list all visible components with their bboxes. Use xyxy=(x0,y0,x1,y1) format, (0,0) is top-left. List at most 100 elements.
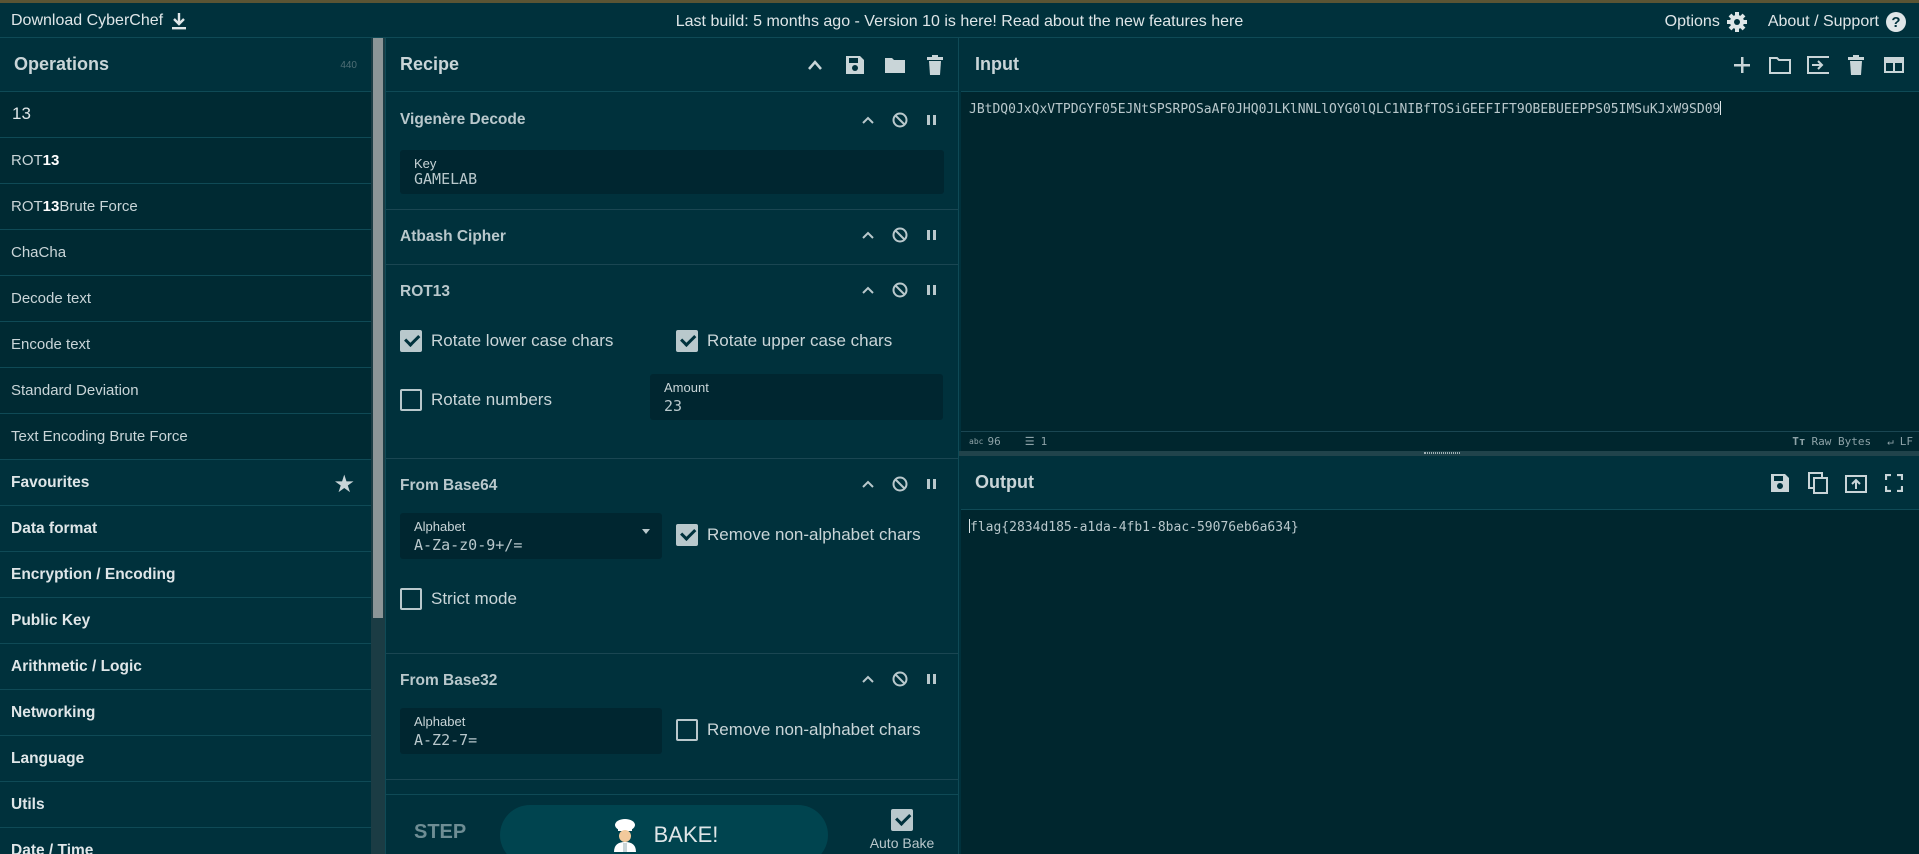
checkbox-unchecked-icon xyxy=(676,719,698,741)
chevron-up-icon[interactable] xyxy=(860,227,876,243)
operation-result-item[interactable]: ChaCha xyxy=(0,230,371,276)
operation-result-item[interactable]: Encode text xyxy=(0,322,371,368)
recipe-op-from-base64[interactable]: From Base64 Alphabet A-Za-z0-9+/= Remove… xyxy=(386,459,958,654)
operations-title: Operations xyxy=(14,54,110,74)
category-label: Networking xyxy=(11,703,96,721)
about-support-button[interactable]: About / Support ? xyxy=(1768,11,1907,33)
save-output-icon[interactable] xyxy=(1769,472,1791,494)
pause-icon[interactable] xyxy=(924,112,940,128)
chevron-up-icon[interactable] xyxy=(860,671,876,687)
pause-icon[interactable] xyxy=(924,282,940,298)
category-data-format[interactable]: Data format xyxy=(0,506,371,552)
category-language[interactable]: Language xyxy=(0,736,371,782)
text-cursor xyxy=(1720,101,1722,115)
divider-grip[interactable] xyxy=(1424,452,1460,454)
maximise-output-icon[interactable] xyxy=(1883,472,1905,494)
alphabet-select[interactable]: Alphabet A-Za-z0-9+/= xyxy=(400,513,662,559)
input-status-bar: abc 96 ☰ 1 Tт Raw Bytes ↵ LF xyxy=(961,431,1919,451)
download-label: Download CyberChef xyxy=(11,12,164,29)
char-count: 96 xyxy=(987,435,1001,448)
output-value: flag{2834d185-a1da-4fb1-8bac-59076eb6a63… xyxy=(970,520,1299,535)
clear-input-trash-icon[interactable] xyxy=(1845,54,1867,76)
pause-icon[interactable] xyxy=(924,227,940,243)
search-value: 13 xyxy=(12,104,31,123)
input-encoding[interactable]: Raw Bytes xyxy=(1812,435,1872,448)
category-encryption-encoding[interactable]: Encryption / Encoding xyxy=(0,552,371,598)
recipe-op-from-base32[interactable]: From Base32 Alphabet A-Z2-7= Remove non-… xyxy=(386,654,958,780)
collapse-all-icon[interactable] xyxy=(804,54,826,76)
clear-recipe-trash-icon[interactable] xyxy=(924,54,946,76)
chevron-up-icon[interactable] xyxy=(860,476,876,492)
operations-scrollbar[interactable] xyxy=(371,38,385,854)
remove-non-alphabet-checkbox[interactable]: Remove non-alphabet chars xyxy=(676,524,921,546)
rotate-upper-checkbox[interactable]: Rotate upper case chars xyxy=(676,330,892,352)
category-utils[interactable]: Utils xyxy=(0,782,371,828)
rotate-lower-checkbox[interactable]: Rotate lower case chars xyxy=(400,330,613,352)
disable-icon[interactable] xyxy=(892,227,908,243)
operations-header: Operations 440 xyxy=(0,38,371,92)
load-recipe-folder-icon[interactable] xyxy=(884,54,906,76)
save-recipe-icon[interactable] xyxy=(844,54,866,76)
category-label: Encryption / Encoding xyxy=(11,565,176,583)
remove-non-alphabet-label: Remove non-alphabet chars xyxy=(707,525,921,544)
open-folder-icon[interactable] xyxy=(1769,54,1791,76)
checkbox-checked-icon xyxy=(891,809,913,831)
operation-result-item[interactable]: Text Encoding Brute Force xyxy=(0,414,371,460)
checkbox-unchecked-icon xyxy=(400,588,422,610)
operation-result-item[interactable]: ROT 13 xyxy=(0,138,371,184)
input-textarea[interactable]: JBtDQ0JxQxVTPDGYF05EJNtSPSRPOSaAF0JHQ0JL… xyxy=(961,92,1919,127)
operation-result-item[interactable]: ROT 13 Brute Force xyxy=(0,184,371,230)
operations-search-input[interactable]: 13 xyxy=(0,92,371,138)
operation-result-item[interactable]: Standard Deviation xyxy=(0,368,371,414)
category-favourites[interactable]: Favourites ★ xyxy=(0,460,371,506)
base32-alphabet-field[interactable]: Alphabet A-Z2-7= xyxy=(400,708,662,754)
add-tab-plus-icon[interactable] xyxy=(1731,54,1753,76)
disable-icon[interactable] xyxy=(892,671,908,687)
disable-icon[interactable] xyxy=(892,282,908,298)
chef-icon xyxy=(610,818,640,852)
replace-input-with-output-icon[interactable] xyxy=(1845,472,1867,494)
eol-icon: ↵ xyxy=(1887,435,1894,448)
pause-icon[interactable] xyxy=(924,671,940,687)
base32-remove-non-alphabet-checkbox[interactable]: Remove non-alphabet chars xyxy=(676,719,921,741)
key-field[interactable]: Key GAMELAB xyxy=(400,150,944,194)
download-cyberchef-link[interactable]: Download CyberChef xyxy=(11,12,187,30)
strict-mode-label: Strict mode xyxy=(431,589,517,608)
auto-bake-checkbox[interactable]: Auto Bake xyxy=(862,809,942,851)
key-label: Key xyxy=(414,156,437,171)
recipe-op-vigenere-decode[interactable]: Vigenère Decode Key GAMELAB xyxy=(386,92,958,210)
input-eol[interactable]: LF xyxy=(1900,435,1913,448)
recipe-op-rot13[interactable]: ROT13 Rotate lower case chars Rotate upp… xyxy=(386,265,958,459)
chevron-up-icon[interactable] xyxy=(860,282,876,298)
category-public-key[interactable]: Public Key xyxy=(0,598,371,644)
open-file-icon[interactable] xyxy=(1807,54,1829,76)
chevron-up-icon[interactable] xyxy=(860,112,876,128)
remove-non-alphabet-label: Remove non-alphabet chars xyxy=(707,720,921,739)
category-date-time[interactable]: Date / Time xyxy=(0,828,371,854)
announcement-text: Last build: 5 months ago - Version 10 is… xyxy=(675,13,1212,30)
amount-field[interactable]: Amount 23 xyxy=(650,374,943,420)
recipe-op-atbash-cipher[interactable]: Atbash Cipher xyxy=(386,210,958,265)
pause-icon[interactable] xyxy=(924,476,940,492)
category-arithmetic-logic[interactable]: Arithmetic / Logic xyxy=(0,644,371,690)
output-textarea[interactable]: flag{2834d185-a1da-4fb1-8bac-59076eb6a63… xyxy=(961,510,1919,544)
bake-button[interactable]: BAKE! xyxy=(500,805,828,854)
operation-result-item[interactable]: Decode text xyxy=(0,276,371,322)
op-name-match: 13 xyxy=(42,198,60,215)
copy-output-icon[interactable] xyxy=(1807,472,1829,494)
scrollbar-thumb[interactable] xyxy=(373,38,383,618)
step-button[interactable]: STEP xyxy=(414,821,466,844)
bake-bar: STEP BAKE! Auto Bake xyxy=(386,794,958,854)
text-format-icon: Tт xyxy=(1792,435,1806,448)
category-networking[interactable]: Networking xyxy=(0,690,371,736)
reset-layout-icon[interactable] xyxy=(1883,54,1905,76)
announcement-link[interactable]: here xyxy=(1211,13,1243,30)
bake-label: BAKE! xyxy=(653,822,719,847)
options-button[interactable]: Options xyxy=(1665,11,1748,33)
rotate-numbers-checkbox[interactable]: Rotate numbers xyxy=(400,389,552,411)
disable-icon[interactable] xyxy=(892,476,908,492)
disable-icon[interactable] xyxy=(892,112,908,128)
rotate-lower-label: Rotate lower case chars xyxy=(431,331,614,350)
top-bar: Download CyberChef Last build: 5 months … xyxy=(0,0,1919,38)
strict-mode-checkbox[interactable]: Strict mode xyxy=(400,588,517,610)
